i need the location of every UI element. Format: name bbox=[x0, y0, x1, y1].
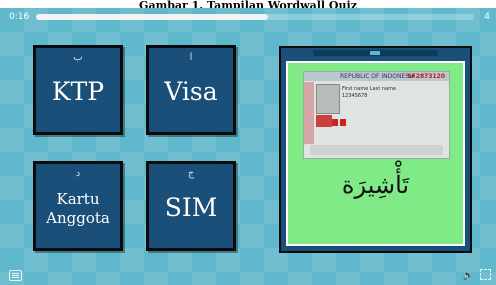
visa-photo bbox=[316, 84, 340, 114]
volume-icon[interactable]: 🔈 bbox=[463, 271, 474, 281]
visa-id: 12345678 bbox=[342, 93, 368, 99]
answer-label: Visa bbox=[164, 77, 218, 106]
visa-country: REPUBLIC OF INDONESIA bbox=[340, 73, 415, 80]
answer-letter: ب bbox=[73, 52, 83, 63]
question-panel: REPUBLIC OF INDONESIA SF2873120 First na… bbox=[279, 46, 472, 253]
answer-label-line1: Kartu bbox=[56, 190, 100, 208]
visa-image: REPUBLIC OF INDONESIA SF2873120 First na… bbox=[303, 71, 450, 159]
progress-fill bbox=[36, 14, 269, 20]
quiz-player: 0:16 4 ب KTP ا Visa د Kartu Anggota ج SI… bbox=[0, 8, 496, 285]
bottom-bar: 🔈 bbox=[0, 265, 496, 285]
answer-tile-sim[interactable]: ج SIM bbox=[146, 161, 236, 251]
top-bar: 0:16 4 bbox=[0, 8, 496, 28]
question-card: REPUBLIC OF INDONESIA SF2873120 First na… bbox=[286, 61, 465, 246]
visa-mrz bbox=[310, 145, 443, 155]
visa-name: First name Last name bbox=[342, 86, 397, 92]
answer-label-line2: Anggota bbox=[46, 209, 110, 227]
answer-letter: ا bbox=[189, 52, 193, 63]
answer-letter: ج bbox=[187, 168, 195, 179]
panel-header bbox=[313, 50, 438, 56]
question-counter: 4 bbox=[484, 12, 490, 22]
timer: 0:16 bbox=[9, 12, 30, 22]
answer-label: Kartu Anggota bbox=[36, 190, 120, 228]
arabic-word: تَأْشِيرَة bbox=[341, 171, 410, 199]
answer-tile-kartu-anggota[interactable]: د Kartu Anggota bbox=[33, 161, 123, 251]
visa-mark bbox=[332, 119, 338, 126]
visa-side-strip bbox=[304, 82, 314, 144]
progress-bar bbox=[36, 14, 474, 20]
fullscreen-icon[interactable] bbox=[480, 269, 491, 280]
menu-icon[interactable] bbox=[9, 270, 22, 281]
visa-text: First name Last name 12345678 bbox=[342, 86, 442, 126]
answer-letter: د bbox=[75, 168, 81, 179]
answer-label: SIM bbox=[164, 193, 218, 222]
answer-label: KTP bbox=[51, 77, 105, 106]
visa-number: SF2873120 bbox=[407, 73, 445, 80]
answer-tile-visa[interactable]: ا Visa bbox=[146, 45, 236, 135]
visa-seal bbox=[316, 115, 332, 127]
answer-tile-ktp[interactable]: ب KTP bbox=[33, 45, 123, 135]
